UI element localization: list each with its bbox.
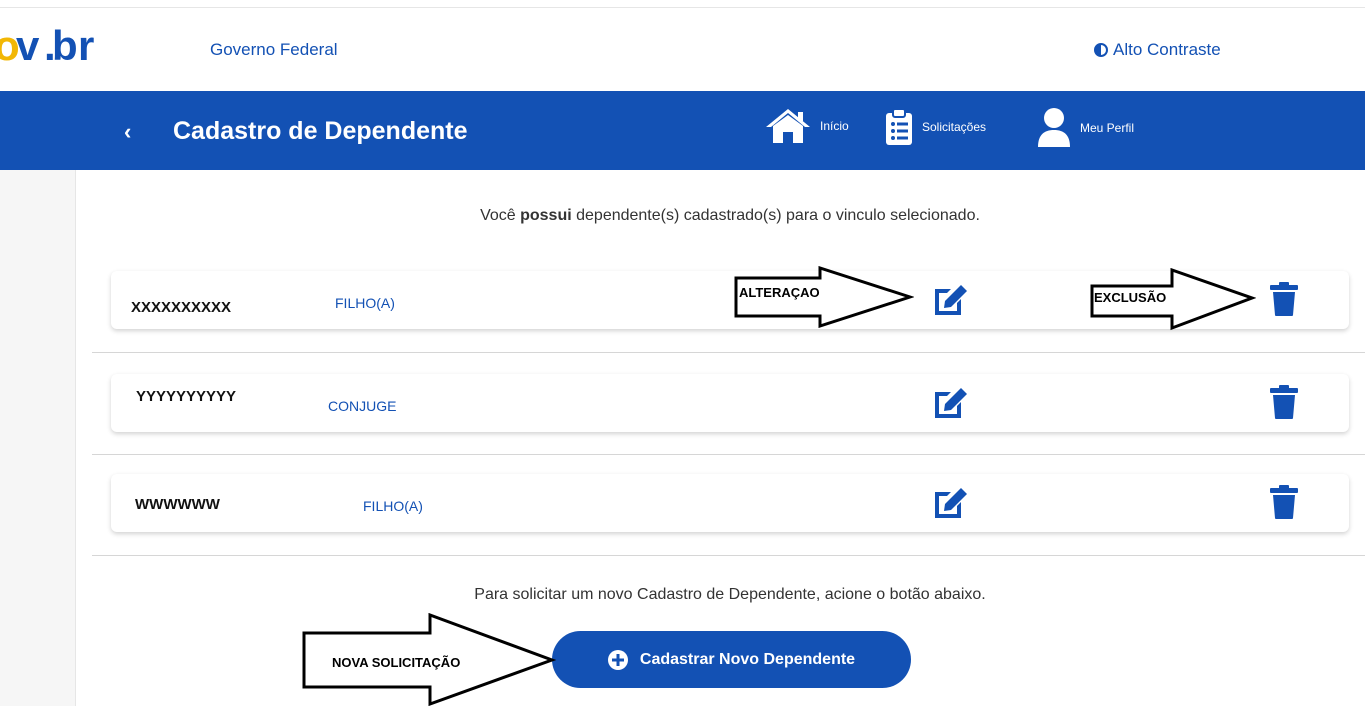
add-dependent-button-label: Cadastrar Novo Dependente — [639, 650, 856, 668]
page-title: Cadastro de Dependente — [173, 117, 468, 145]
trash-icon[interactable] — [1269, 281, 1299, 317]
dependent-relation: CONJUGE — [328, 398, 397, 414]
trash-icon[interactable] — [1269, 484, 1299, 520]
contrast-icon — [1094, 43, 1108, 57]
edit-icon[interactable] — [931, 386, 971, 420]
annotation-label-edit: ALTERAÇAO — [739, 285, 820, 300]
dependent-card: WWWWWW FILHO(A) — [111, 474, 1349, 532]
edit-icon[interactable] — [931, 486, 971, 520]
left-rail — [0, 170, 76, 706]
nav-item-meu-perfil[interactable]: Meu Perfil — [1036, 107, 1134, 149]
annotation-label-delete: EXCLUSÃO — [1094, 290, 1167, 305]
top-navbar: ‹ Cadastro de Dependente Início Solicita… — [0, 91, 1365, 170]
back-button[interactable]: ‹ — [124, 121, 131, 143]
dependent-name: YYYYYYYYYY — [136, 388, 237, 405]
edit-icon[interactable] — [931, 283, 971, 317]
nav-label-inicio: Início — [820, 119, 849, 133]
user-icon — [1038, 108, 1070, 147]
top-border — [0, 0, 1365, 8]
dependent-card: YYYYYYYYYY CONJUGE — [111, 374, 1349, 432]
govbr-logo[interactable]: ov.br — [0, 26, 112, 66]
dependent-relation: FILHO(A) — [363, 498, 423, 514]
dependent-name: XXXXXXXXXX — [131, 299, 232, 316]
clipboard-list-icon — [886, 108, 912, 145]
new-request-instructions: Para solicitar um novo Cadastro de Depen… — [474, 586, 986, 603]
plus-circle-icon — [607, 649, 628, 670]
dependent-relation: FILHO(A) — [335, 295, 395, 311]
nav-item-inicio[interactable]: Início — [764, 107, 849, 145]
row-divider — [92, 454, 1365, 455]
trash-icon[interactable] — [1269, 384, 1299, 420]
row-divider — [92, 555, 1365, 556]
dependent-name: WWWWWW — [135, 496, 220, 513]
high-contrast-toggle[interactable]: Alto Contraste — [1094, 40, 1221, 60]
nav-label-meu-perfil: Meu Perfil — [1080, 121, 1135, 135]
row-divider — [92, 352, 1365, 353]
nav-label-solicitacoes: Solicitações — [922, 120, 987, 134]
governo-federal-link[interactable]: Governo Federal — [210, 40, 338, 60]
high-contrast-label: Alto Contraste — [1113, 40, 1221, 59]
annotation-label-new: NOVA SOLICITAÇÃO — [332, 655, 461, 670]
dependents-status-text: Você possui dependente(s) cadastrado(s) … — [480, 207, 980, 224]
add-dependent-button[interactable]: Cadastrar Novo Dependente — [552, 631, 911, 688]
home-icon — [766, 109, 810, 143]
nav-item-solicitacoes[interactable]: Solicitações — [884, 107, 986, 147]
